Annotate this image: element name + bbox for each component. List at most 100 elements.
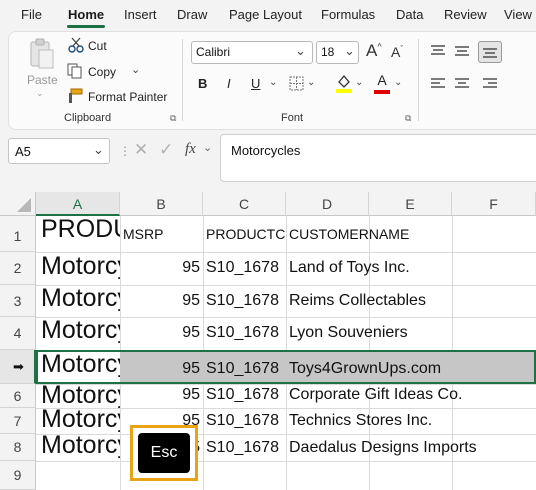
fill-color-dropdown-icon[interactable]: ⌄ xyxy=(355,77,363,88)
grow-font-button[interactable]: A^ xyxy=(366,41,382,61)
tab-view[interactable]: View xyxy=(504,0,532,28)
confirm-entry-icon[interactable]: ✓ xyxy=(159,140,173,160)
font-name-value: Calibri xyxy=(196,45,231,59)
align-right-icon[interactable] xyxy=(482,77,498,96)
keypress-overlay: Esc xyxy=(130,425,198,481)
row-header-9[interactable]: 9 xyxy=(0,461,36,490)
name-box-dropdown-icon[interactable]: ⌄ xyxy=(93,142,104,158)
underline-dropdown-icon[interactable]: ⌄ xyxy=(269,77,277,88)
cell-c8[interactable]: S10_1678 xyxy=(206,439,286,457)
align-center-icon[interactable] xyxy=(454,77,470,96)
row-header-7[interactable]: 7 xyxy=(0,408,36,434)
column-header-d[interactable]: D xyxy=(286,192,369,216)
cell-a4[interactable]: Motorcycles xyxy=(41,316,120,345)
font-name-dropdown-icon[interactable]: ⌄ xyxy=(295,43,306,59)
cell-b3[interactable]: 95 xyxy=(123,292,200,310)
font-color-dropdown-icon[interactable]: ⌄ xyxy=(394,77,402,88)
select-all-triangle-icon xyxy=(17,198,31,212)
row-header-1[interactable]: 1 xyxy=(0,216,36,252)
copy-dropdown-icon[interactable]: ⌄ xyxy=(131,63,140,76)
tab-home[interactable]: Home xyxy=(68,0,104,28)
cell-b1[interactable]: MSRP xyxy=(123,226,203,242)
font-size-box[interactable]: 18 ⌄ xyxy=(316,41,359,64)
row-header-2[interactable]: 2 xyxy=(0,252,36,285)
column-header-b[interactable]: B xyxy=(120,192,203,216)
formula-content: Motorcycles xyxy=(231,143,301,158)
borders-dropdown-icon[interactable]: ⌄ xyxy=(307,77,315,88)
font-size-dropdown-icon[interactable]: ⌄ xyxy=(344,43,355,59)
column-header-c[interactable]: C xyxy=(203,192,286,216)
cell-b4[interactable]: 95 xyxy=(123,324,200,342)
tab-page-layout[interactable]: Page Layout xyxy=(229,0,302,28)
underline-button[interactable]: U xyxy=(251,76,260,91)
paste-dropdown-icon[interactable]: ⌄ xyxy=(36,88,44,99)
column-header-a[interactable]: A xyxy=(36,192,120,216)
tab-formulas[interactable]: Formulas xyxy=(321,0,375,28)
cancel-entry-icon[interactable]: ✕ xyxy=(134,140,148,160)
tab-insert[interactable]: Insert xyxy=(124,0,157,28)
column-header-f[interactable]: F xyxy=(452,192,536,216)
cell-c7[interactable]: S10_1678 xyxy=(206,412,286,430)
clipboard-launcher-icon[interactable]: ⧉ xyxy=(170,113,176,124)
shrink-font-label: A xyxy=(391,44,401,60)
copy-button[interactable]: Copy xyxy=(88,65,116,79)
cell-d7[interactable]: Technics Stores Inc. xyxy=(289,412,534,430)
bold-button[interactable]: B xyxy=(198,76,207,91)
row-header-3[interactable]: 3 xyxy=(0,285,36,317)
cell-a6[interactable]: Motorcycles xyxy=(41,381,120,408)
cell-d5[interactable]: Toys4GrownUps.com xyxy=(289,360,534,378)
cell-b5[interactable]: 95 xyxy=(123,360,200,378)
fill-color-icon[interactable] xyxy=(335,73,353,98)
cell-b2[interactable]: 95 xyxy=(123,259,200,277)
font-color-swatch xyxy=(374,90,390,94)
cell-d1[interactable]: CUSTOMERNAME xyxy=(289,226,449,242)
cell-c4[interactable]: S10_1678 xyxy=(206,324,286,342)
cell-d6[interactable]: Corporate Gift Ideas Co. xyxy=(289,386,534,404)
borders-icon[interactable] xyxy=(289,76,304,96)
cell-c6[interactable]: S10_1678 xyxy=(206,386,286,404)
align-top-icon[interactable] xyxy=(430,44,446,63)
cut-button[interactable]: Cut xyxy=(88,39,107,53)
formula-input[interactable]: Motorcycles xyxy=(220,134,536,182)
column-header-e[interactable]: E xyxy=(369,192,452,216)
tab-draw[interactable]: Draw xyxy=(177,0,207,28)
cell-a1[interactable]: PRODUCTLINE xyxy=(41,215,120,244)
row-header-5[interactable]: ➡ xyxy=(0,350,36,384)
italic-button[interactable]: I xyxy=(227,76,231,91)
cell-c5[interactable]: S10_1678 xyxy=(206,360,286,378)
cell-c3[interactable]: S10_1678 xyxy=(206,292,286,310)
cell-d2[interactable]: Land of Toys Inc. xyxy=(289,259,534,277)
cell-c1[interactable]: PRODUCTCODE xyxy=(206,226,286,242)
cell-d4[interactable]: Lyon Souveniers xyxy=(289,324,534,342)
shrink-font-button[interactable]: Aˇ xyxy=(391,44,403,60)
tab-data[interactable]: Data xyxy=(396,0,423,28)
select-all-corner[interactable] xyxy=(0,192,36,216)
cell-a2[interactable]: Motorcycles xyxy=(41,252,120,281)
cell-a7[interactable]: Motorcycles xyxy=(41,405,120,434)
fx-dropdown-icon[interactable]: ⌄ xyxy=(203,141,212,154)
cell-c2[interactable]: S10_1678 xyxy=(206,259,286,277)
font-launcher-icon[interactable]: ⧉ xyxy=(405,113,411,124)
cell-a3[interactable]: Motorcycles xyxy=(41,284,120,313)
tab-review[interactable]: Review xyxy=(444,0,487,28)
cell-a8[interactable]: Motorcycles xyxy=(41,431,120,461)
format-painter-icon xyxy=(67,88,83,109)
row-header-6[interactable]: 6 xyxy=(0,384,36,408)
font-color-button[interactable]: A xyxy=(374,72,390,94)
cell-d8[interactable]: Daedalus Designs Imports xyxy=(289,439,534,457)
align-middle-icon[interactable] xyxy=(454,44,470,63)
row-header-8[interactable]: 8 xyxy=(0,434,36,461)
cell-d3[interactable]: Reims Collectables xyxy=(289,292,534,310)
align-bottom-button[interactable] xyxy=(478,41,502,63)
font-name-box[interactable]: Calibri ⌄ xyxy=(191,41,313,64)
format-painter-button[interactable]: Format Painter xyxy=(88,90,167,104)
tab-file[interactable]: File xyxy=(21,0,42,28)
row-header-4[interactable]: 4 xyxy=(0,317,36,350)
align-left-icon[interactable] xyxy=(430,77,446,96)
paste-button[interactable] xyxy=(26,38,56,70)
clipboard-group-label: Clipboard xyxy=(64,112,112,124)
cell-a5[interactable]: Motorcycles xyxy=(41,350,120,379)
name-box[interactable]: A5 ⌄ xyxy=(8,138,110,164)
cell-b6[interactable]: 95 xyxy=(123,386,200,404)
insert-function-icon[interactable]: fx xyxy=(185,141,196,158)
